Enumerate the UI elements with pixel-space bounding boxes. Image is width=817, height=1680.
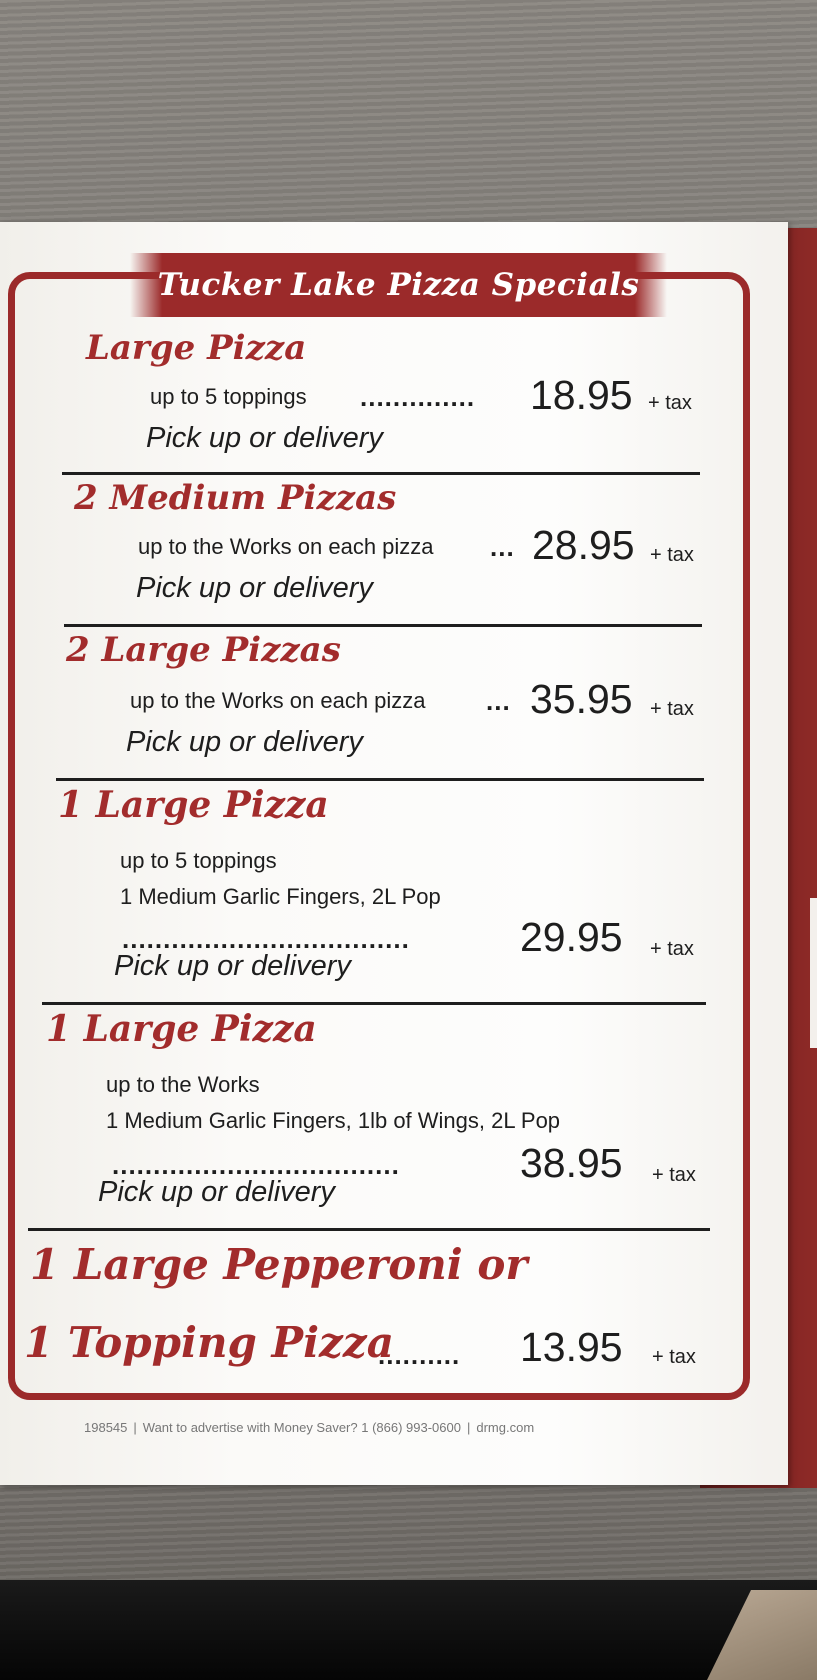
special-6-heading-line1: 1 Large Pepperoni or	[30, 1240, 528, 1289]
special-1-detail: up to 5 toppings	[150, 384, 307, 409]
footer-code: 198545	[84, 1420, 128, 1435]
special-6-dots: ..........	[378, 1340, 461, 1370]
special-6-heading-line2: 1 Topping Pizza	[24, 1318, 394, 1367]
special-4-price: 29.95	[520, 914, 623, 960]
special-1-dots: ..............	[360, 382, 476, 412]
special-1-note: Pick up or delivery	[146, 422, 383, 454]
special-1-heading: Large Pizza	[86, 328, 307, 368]
special-3-tax: + tax	[650, 698, 694, 720]
footer-site: drmg.com	[476, 1420, 535, 1435]
special-2-dots: ...	[490, 532, 515, 562]
special-4-heading: 1 Large Pizza	[58, 784, 329, 826]
special-5-price: 38.95	[520, 1140, 623, 1186]
special-3-price: 35.95	[530, 676, 633, 722]
special-3-heading: 2 Large Pizzas	[66, 630, 341, 670]
special-2-detail: up to the Works on each pizza	[138, 534, 434, 559]
special-3-detail: up to the Works on each pizza	[130, 688, 426, 713]
divider	[64, 624, 702, 627]
special-5-note: Pick up or delivery	[98, 1176, 335, 1208]
special-4-detail-1: up to 5 toppings	[120, 848, 277, 873]
divider	[42, 1002, 706, 1005]
special-3-dots: ...	[486, 686, 511, 716]
title-banner: Tucker Lake Pizza Specials	[130, 253, 667, 317]
folder-paper-edge	[810, 898, 817, 1048]
special-6-tax: + tax	[652, 1346, 696, 1368]
special-6-price: 13.95	[520, 1324, 623, 1370]
divider	[62, 472, 700, 475]
special-5-detail-1: up to the Works	[106, 1072, 260, 1097]
special-3-note: Pick up or delivery	[126, 726, 363, 758]
flyer-footer: 198545 | Want to advertise with Money Save…	[84, 1420, 535, 1435]
special-5-tax: + tax	[652, 1164, 696, 1186]
special-5-heading: 1 Large Pizza	[46, 1008, 317, 1050]
special-4-tax: + tax	[650, 938, 694, 960]
special-2-price: 28.95	[532, 522, 635, 568]
special-1-price: 18.95	[530, 372, 633, 418]
special-1-tax: + tax	[648, 392, 692, 414]
special-2-tax: + tax	[650, 544, 694, 566]
special-4-detail-2: 1 Medium Garlic Fingers, 2L Pop	[120, 884, 441, 909]
special-4-note: Pick up or delivery	[114, 950, 351, 982]
divider	[28, 1228, 710, 1231]
special-2-note: Pick up or delivery	[136, 572, 373, 604]
divider	[56, 778, 704, 781]
special-2-heading: 2 Medium Pizzas	[74, 478, 397, 518]
footer-advertise: Want to advertise with Money Saver? 1 (8…	[142, 1420, 461, 1435]
special-5-detail-2: 1 Medium Garlic Fingers, 1lb of Wings, 2…	[106, 1108, 561, 1133]
menu-title: Tucker Lake Pizza Specials	[157, 267, 640, 303]
floor	[0, 1580, 817, 1680]
